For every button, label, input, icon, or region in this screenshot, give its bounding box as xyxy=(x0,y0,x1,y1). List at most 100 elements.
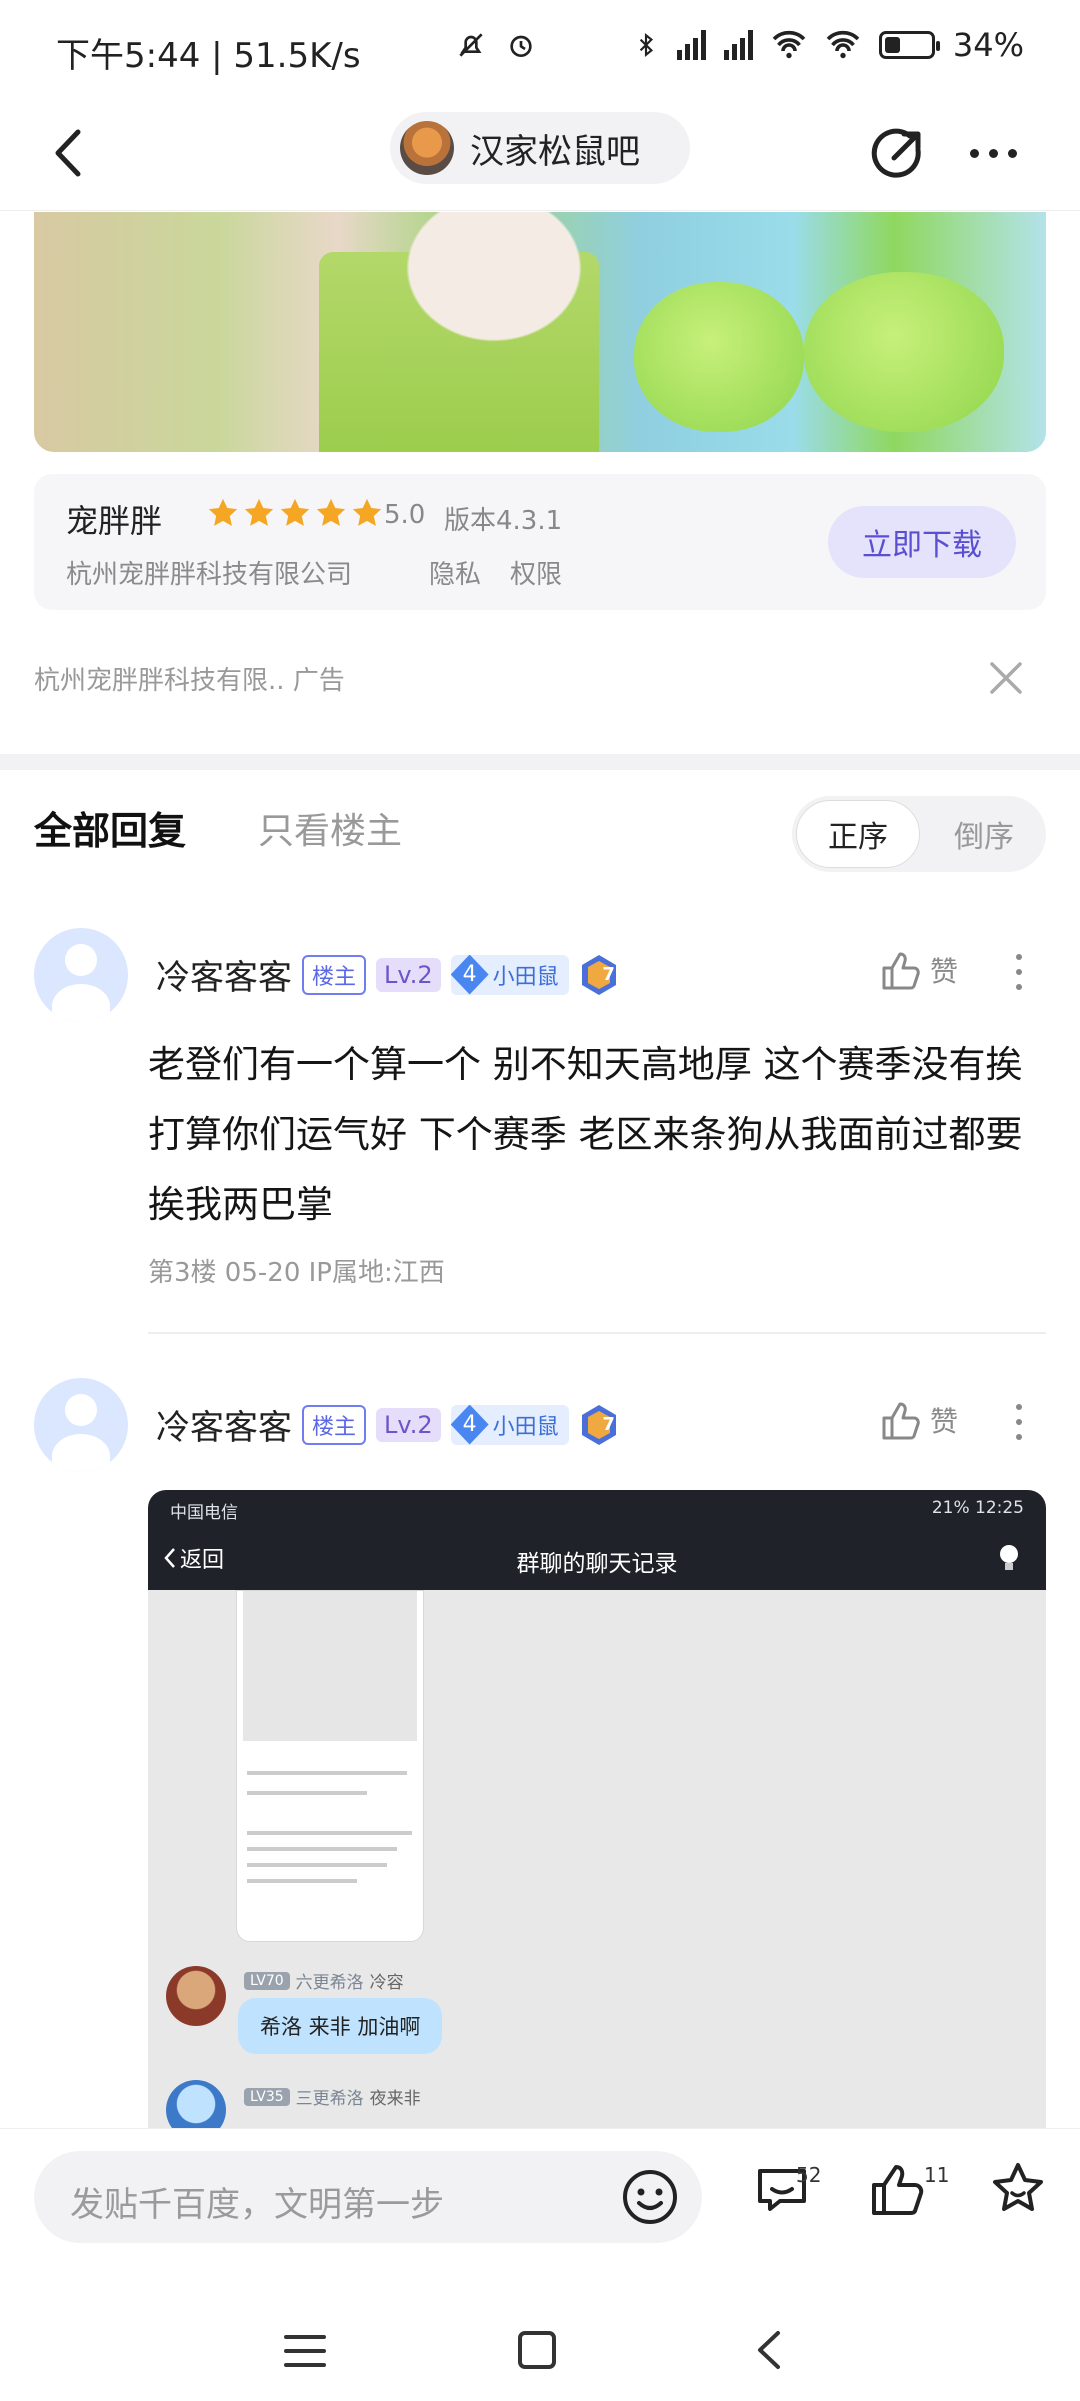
chat-name: 夜来非 xyxy=(369,2089,421,2109)
chat-name: 冷容 xyxy=(369,1973,404,1993)
sort-desc-button[interactable]: 倒序 xyxy=(922,800,1046,868)
level-badge: Lv.2 xyxy=(376,1407,441,1442)
thumb-up-icon xyxy=(872,2165,924,2215)
forum-name: 汉家松鼠吧 xyxy=(470,131,640,172)
privacy-link[interactable]: 隐私 xyxy=(429,554,481,591)
app-company: 杭州宠胖胖科技有限公司 xyxy=(66,560,353,590)
post-image[interactable]: 中国电信 21% 12:25 返回 群聊的聊天记录 LV70 六更希洛 冷容 希… xyxy=(148,1490,1046,2130)
wifi-plus-icon xyxy=(772,30,806,59)
bottom-bar: 发贴千百度，文明第一步 52 11 xyxy=(0,2128,1080,2401)
image-status-bar: 中国电信 21% 12:25 xyxy=(148,1490,1046,1528)
status-icons: 34% xyxy=(455,26,1024,64)
dot xyxy=(1016,1434,1022,1440)
mute-bell-icon xyxy=(459,33,483,57)
permission-link[interactable]: 权限 xyxy=(510,554,562,591)
star-icon xyxy=(993,2163,1043,2211)
post-item xyxy=(34,928,128,1022)
dot xyxy=(988,148,998,158)
wifi-icon xyxy=(826,30,860,59)
rating-stars xyxy=(206,496,384,530)
group-num: 4 xyxy=(450,954,489,995)
alarm-icon xyxy=(510,35,532,57)
group-name: 小田鼠 xyxy=(492,1414,559,1440)
image-status-right: 21% 12:25 xyxy=(931,1498,1024,1518)
favorite-button[interactable] xyxy=(986,2157,1050,2225)
signal-hd-icon xyxy=(723,30,753,60)
pet-shape xyxy=(394,212,594,352)
medal-num: 7 xyxy=(602,964,615,985)
like-button[interactable]: 赞 xyxy=(878,948,958,992)
image-carrier: 中国电信 xyxy=(170,1503,238,1523)
chat-bubble: 希洛 来非 加油啊 xyxy=(238,1998,443,2054)
section-separator xyxy=(0,754,1080,770)
dot xyxy=(1016,954,1022,960)
sort-toggle[interactable]: 正序 倒序 xyxy=(792,796,1046,872)
ad-app-card[interactable]: 宠胖胖 5.0 版本4.3.1 杭州宠胖胖科技有限公司 隐私 权限 立即下载 xyxy=(34,474,1046,610)
star-icon xyxy=(280,498,310,526)
back-button[interactable] xyxy=(36,118,106,188)
chevron-left-icon xyxy=(55,129,81,177)
ad-banner-image[interactable] xyxy=(34,212,1046,452)
download-button[interactable]: 立即下载 xyxy=(828,506,1016,578)
post-user-row: 冷客客客 楼主 Lv.2 4 小田鼠 7 xyxy=(156,1400,626,1449)
toy-shape xyxy=(634,282,804,432)
group-badge: 4 小田鼠 xyxy=(450,1404,569,1445)
ad-sponsor-line: 杭州宠胖胖科技有限.. 广告 xyxy=(34,666,345,696)
bluetooth-icon xyxy=(639,32,653,58)
post-user-row: 冷客客客 楼主 Lv.2 4 小田鼠 7 xyxy=(156,950,626,999)
lightbulb-icon xyxy=(1000,1545,1018,1570)
ad-close-button[interactable] xyxy=(984,656,1028,700)
share-button[interactable] xyxy=(864,118,934,188)
sort-asc-button[interactable]: 正序 xyxy=(796,800,920,868)
tab-all-replies[interactable]: 全部回复 xyxy=(34,800,186,855)
avatar[interactable] xyxy=(34,1378,128,1472)
avatar[interactable] xyxy=(34,928,128,1022)
post-text: 老登们有一个算一个 别不知天高地厚 这个赛季没有挨打算你们运气好 下个赛季 老区… xyxy=(148,1043,1023,1226)
like-button[interactable]: 赞 xyxy=(878,1398,958,1442)
image-title: 群聊的聊天记录 xyxy=(516,1551,678,1577)
thumb-up-icon xyxy=(882,1402,920,1440)
back-nav-icon[interactable] xyxy=(748,2325,792,2375)
reply-input[interactable]: 发贴千百度，文明第一步 xyxy=(34,2151,702,2243)
forum-avatar xyxy=(400,121,454,175)
thumb-up-icon xyxy=(882,952,920,990)
post-meta: 第3楼 05-20 IP属地:江西 xyxy=(148,1258,445,1288)
username[interactable]: 冷客客客 xyxy=(156,950,292,999)
chat-avatar xyxy=(166,2080,226,2130)
username[interactable]: 冷客客客 xyxy=(156,1400,292,1449)
dot xyxy=(1016,1404,1022,1410)
system-nav-bar xyxy=(0,2301,1080,2401)
like-count: 11 xyxy=(924,2163,950,2187)
status-time: 下午5:44 | 51.5K/s xyxy=(56,36,361,76)
chat-title: 三更希洛 xyxy=(295,2089,364,2109)
post-more-button[interactable] xyxy=(1016,1404,1022,1440)
nested-screenshot xyxy=(236,1590,424,1942)
dot xyxy=(969,148,979,158)
top-nav: 汉家松鼠吧 xyxy=(0,100,1080,211)
like-post-button[interactable] xyxy=(866,2157,930,2225)
star-icon xyxy=(316,498,346,526)
more-button[interactable] xyxy=(958,118,1028,188)
forum-pill[interactable]: 汉家松鼠吧 xyxy=(390,112,690,184)
comment-count: 52 xyxy=(796,2163,822,2187)
reply-placeholder: 发贴千百度，文明第一步 xyxy=(70,2185,444,2225)
star-icon xyxy=(352,498,382,526)
group-name: 小田鼠 xyxy=(492,964,559,990)
chat-level: LV35 xyxy=(244,2087,290,2106)
tab-op-only[interactable]: 只看楼主 xyxy=(258,802,402,854)
post-item xyxy=(34,1378,128,1472)
toy-shape xyxy=(804,272,1004,432)
chat-meta: LV35 三更希洛 夜来非 xyxy=(244,2084,421,2109)
image-header: 返回 群聊的聊天记录 xyxy=(148,1528,1046,1590)
chat-meta: LV70 六更希洛 冷容 xyxy=(244,1968,404,1993)
dot xyxy=(1016,969,1022,975)
like-label: 赞 xyxy=(930,1405,959,1438)
dot xyxy=(1016,984,1022,990)
home-icon[interactable] xyxy=(514,2327,560,2373)
medal-num: 7 xyxy=(602,1414,615,1435)
menu-icon[interactable] xyxy=(280,2329,330,2373)
emoji-icon[interactable] xyxy=(620,2167,680,2227)
post-more-button[interactable] xyxy=(1016,954,1022,990)
app-version: 版本4.3.1 xyxy=(444,506,563,536)
dot xyxy=(1007,148,1017,158)
